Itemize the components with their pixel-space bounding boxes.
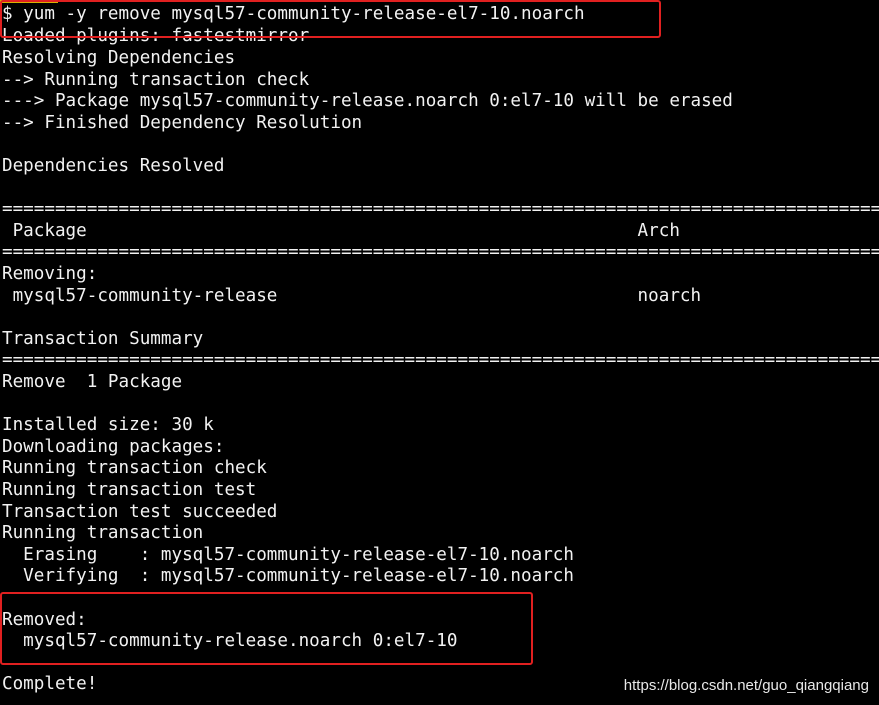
output-line: Downloading packages: bbox=[2, 437, 225, 457]
output-line: Resolving Dependencies bbox=[2, 48, 236, 68]
output-line: ---> Package mysql57-community-release.n… bbox=[2, 91, 733, 111]
output-line: Verifying : mysql57-community-release-el… bbox=[2, 566, 574, 586]
output-line: Running transaction check bbox=[2, 458, 267, 478]
terminal-window[interactable]: $ yum -y remove mysql57-community-releas… bbox=[0, 0, 879, 705]
output-line: Dependencies Resolved bbox=[2, 156, 225, 176]
table-row: mysql57-community-release noarch bbox=[2, 286, 702, 306]
output-line: Installed size: 30 k bbox=[2, 415, 214, 435]
output-line: Transaction Summary bbox=[2, 329, 204, 349]
table-separator: ========================================… bbox=[2, 350, 879, 370]
output-line: Transaction test succeeded bbox=[2, 502, 278, 522]
output-line: --> Finished Dependency Resolution bbox=[2, 113, 363, 133]
output-line: Removing: bbox=[2, 264, 98, 284]
table-separator: ========================================… bbox=[2, 242, 879, 262]
table-header: Package Arch bbox=[2, 221, 680, 241]
output-line: Remove 1 Package bbox=[2, 372, 183, 392]
table-separator: ========================================… bbox=[2, 199, 879, 219]
output-line: Running transaction test bbox=[2, 480, 257, 500]
watermark: https://blog.csdn.net/guo_qiangqiang bbox=[623, 677, 869, 694]
removed-highlight-box bbox=[0, 592, 533, 665]
command-highlight-box bbox=[0, 0, 661, 38]
output-line: Running transaction bbox=[2, 523, 204, 543]
output-line: --> Running transaction check bbox=[2, 70, 310, 90]
output-line: Erasing : mysql57-community-release-el7-… bbox=[2, 545, 574, 565]
